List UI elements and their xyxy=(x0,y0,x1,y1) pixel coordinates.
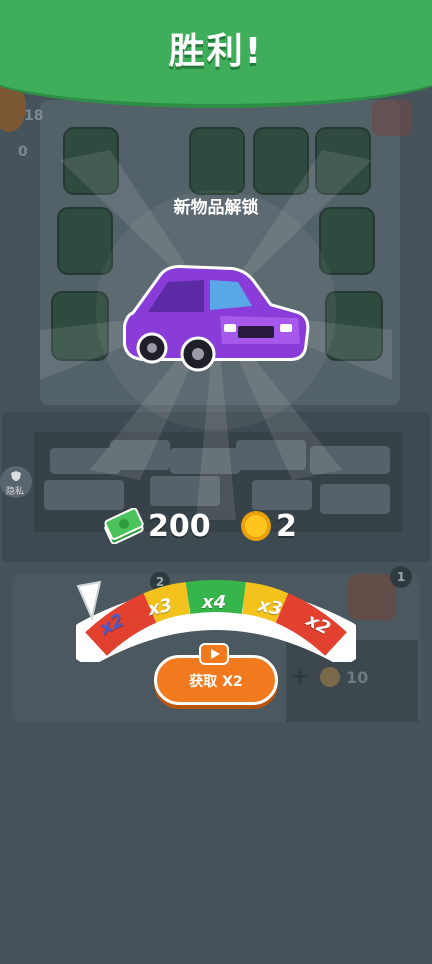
coin-reward: 2 xyxy=(240,504,297,548)
multiplier-pointer xyxy=(76,580,102,620)
cash-reward: 200 xyxy=(104,504,211,548)
left-counter: 0 xyxy=(18,144,28,160)
privacy-button[interactable]: 隐私 xyxy=(0,466,32,498)
shield-icon xyxy=(11,471,21,481)
game-board-background xyxy=(0,0,432,964)
purple-car-icon xyxy=(123,264,310,372)
coin-icon-small xyxy=(320,667,340,687)
badge-right: 1 xyxy=(390,566,412,588)
gift-icon[interactable] xyxy=(372,100,412,136)
coin-icon xyxy=(241,511,271,541)
video-ad-icon xyxy=(199,643,229,665)
top-counter: 18 xyxy=(24,108,44,124)
victory-title: 胜利! xyxy=(168,31,264,72)
parked-car xyxy=(189,127,245,195)
cash-icon xyxy=(104,508,144,544)
claim-x2-label: 获取 X2 xyxy=(189,674,243,690)
new-item-unlocked-text: 新物品解锁 xyxy=(173,198,259,218)
add-slot-button[interactable]: + 10 xyxy=(290,662,378,690)
cash-amount: 200 xyxy=(148,508,211,544)
coin-amount: 2 xyxy=(276,508,297,544)
add-cost: 10 xyxy=(346,668,369,687)
plus-icon: + xyxy=(290,662,311,690)
privacy-label: 隐私 xyxy=(6,487,25,497)
multiplier-x4: x4 xyxy=(202,592,227,613)
